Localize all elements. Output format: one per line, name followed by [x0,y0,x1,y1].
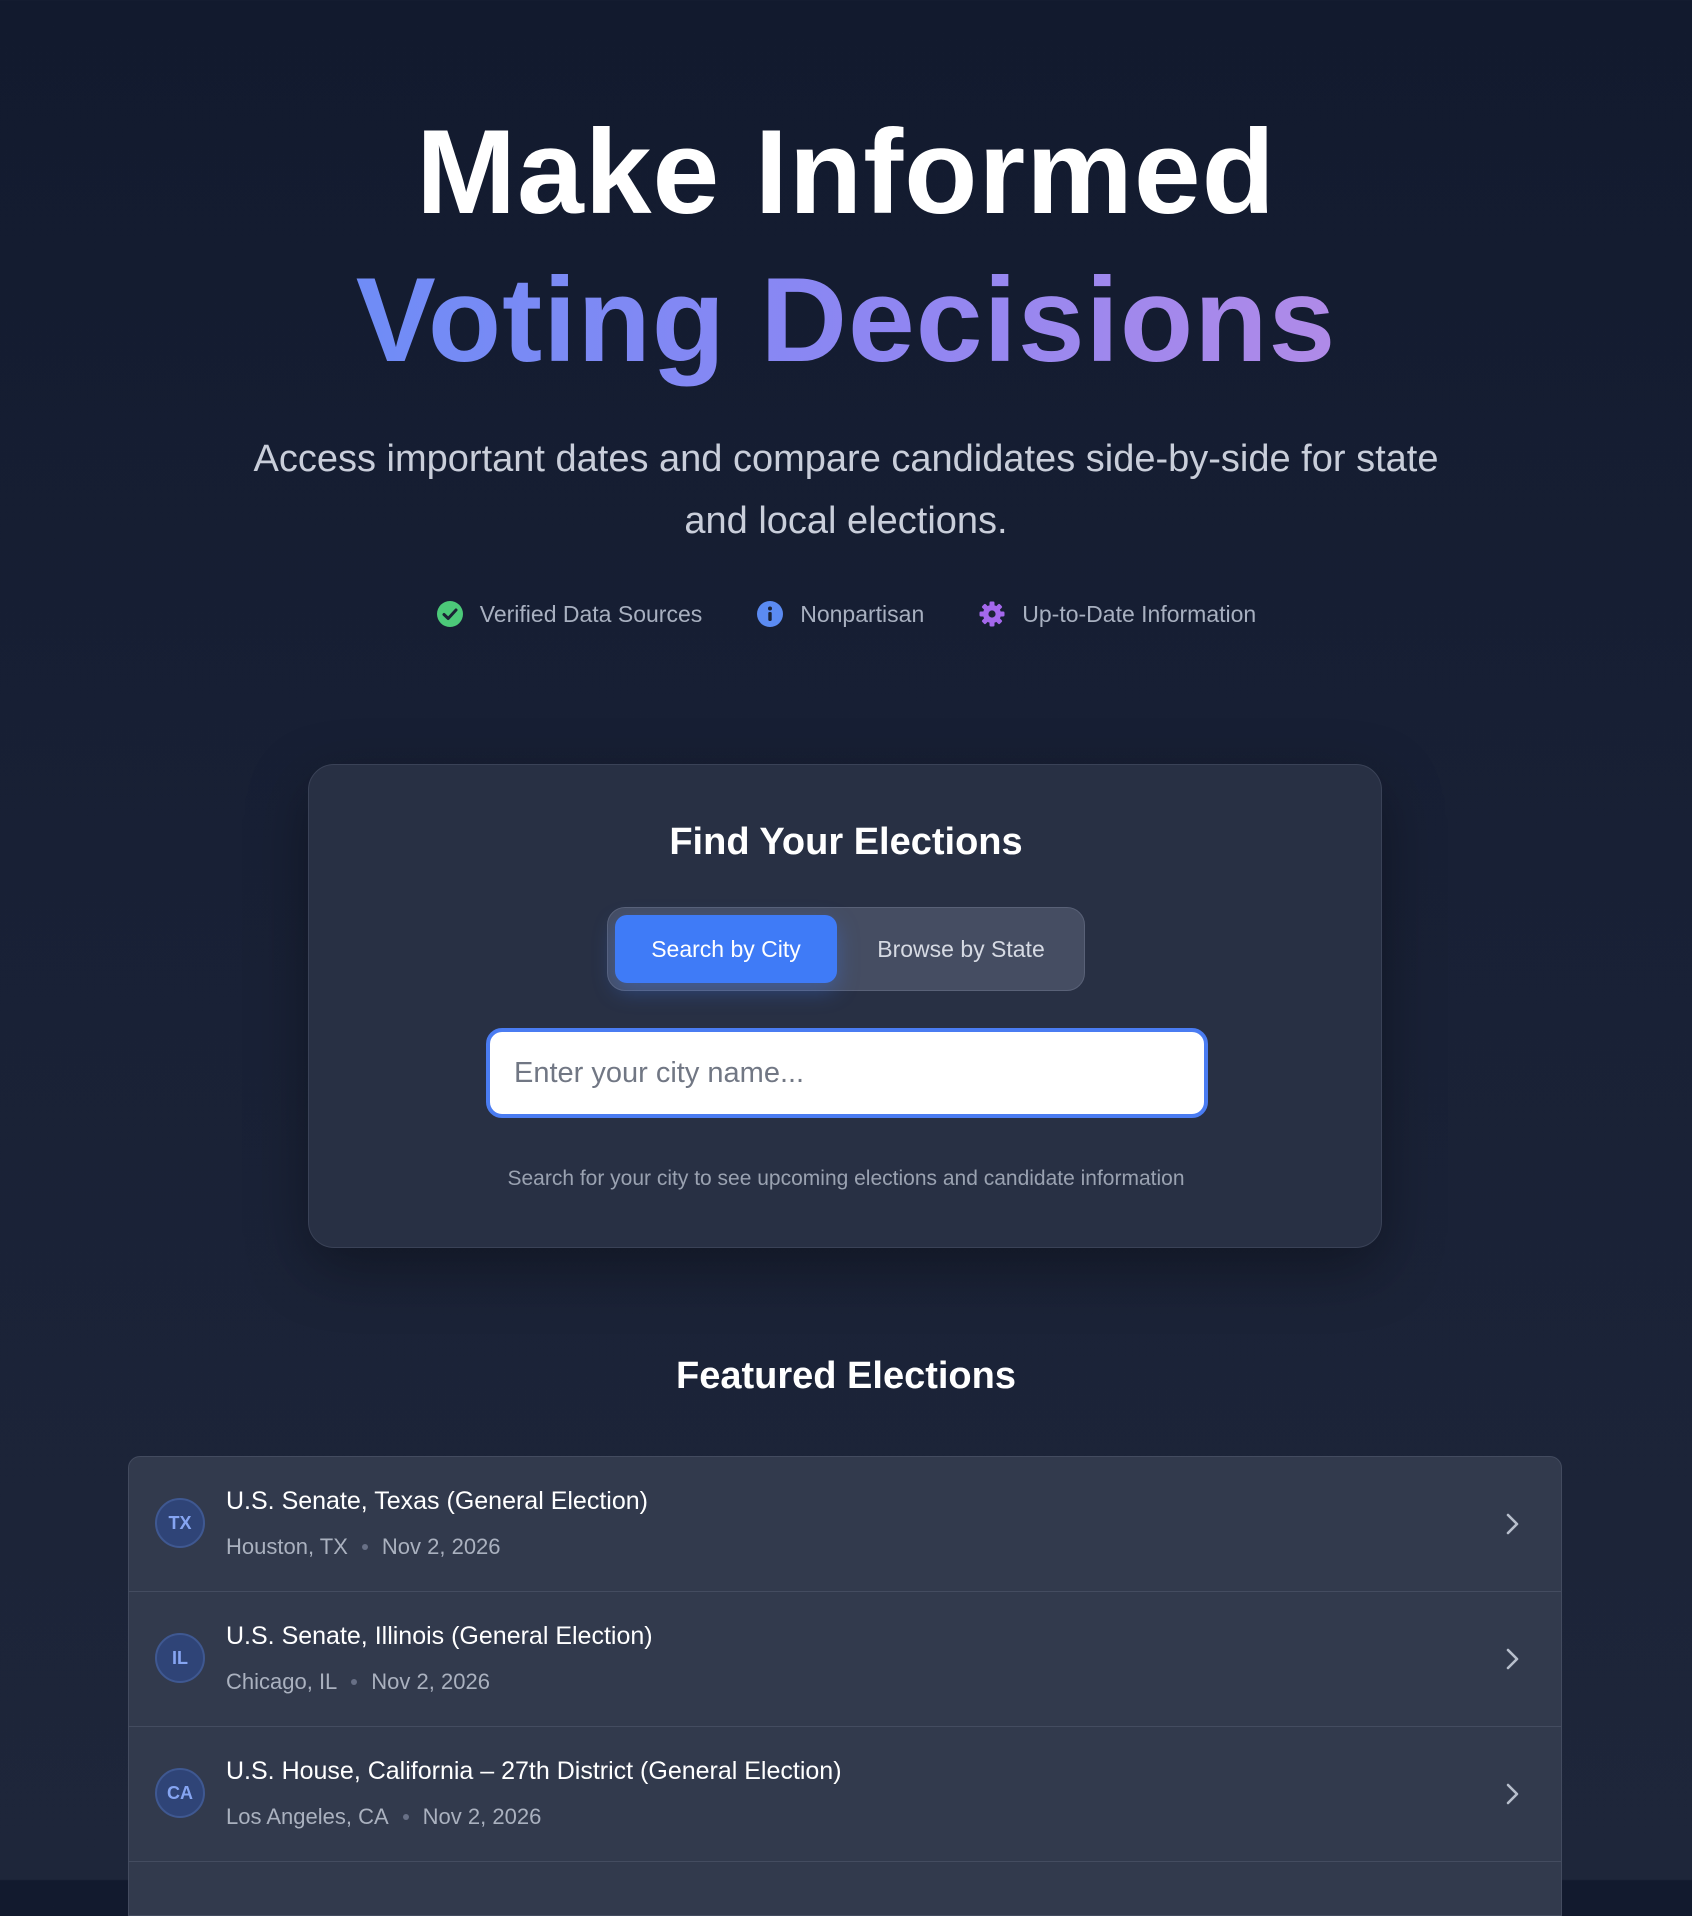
tab-search-by-city[interactable]: Search by City [615,915,837,983]
election-city: Los Angeles, CA [226,1804,389,1829]
election-meta: Los Angeles, CA Nov 2, 2026 [226,1804,541,1830]
hero-title-gradient-text: Voting Decisions [356,253,1337,401]
badge-label: Up-to-Date Information [1022,600,1257,627]
election-name: U.S. House, California – 27th District (… [226,1757,842,1785]
election-date: Nov 2, 2026 [371,1669,490,1694]
election-row-il[interactable]: IL U.S. Senate, Illinois (General Electi… [129,1592,1561,1727]
election-row-ca[interactable]: CA U.S. House, California – 27th Distric… [129,1727,1561,1862]
separator-dot [361,1544,368,1550]
chevron-right-icon [1506,1648,1519,1670]
badge-verified-data: Verified Data Sources [436,600,702,628]
chevron-right-icon [1506,1783,1519,1805]
hero-title-line1: Make Informed [416,105,1276,239]
separator-dot [402,1814,409,1820]
election-date: Nov 2, 2026 [422,1804,542,1829]
election-name: U.S. Senate, Illinois (General Election) [226,1622,653,1650]
hero-subtitle: Access important dates and compare candi… [253,438,1439,542]
election-date: Nov 2, 2026 [381,1534,501,1559]
election-city: Houston, TX [226,1534,348,1559]
state-badge: IL [155,1633,205,1683]
search-helper-text: Search for your city to see upcoming ele… [507,1167,1185,1190]
hero-title-line2: Voting Decisions [0,255,1692,385]
state-badge: TX [155,1498,205,1548]
info-circle-icon [756,600,784,628]
card-title: Find Your Elections [669,821,1023,863]
tab-browse-by-state[interactable]: Browse by State [844,915,1078,983]
separator-dot [351,1679,358,1685]
state-badge: CA [155,1768,205,1818]
gear-icon [978,600,1006,628]
featured-elections-list: TX U.S. Senate, Texas (General Election)… [128,1456,1562,1916]
find-elections-card: Find Your Elections Search by City Brows… [308,764,1382,1248]
trust-badges: Verified Data Sources Nonpartisan Up-to-… [0,600,1692,628]
badge-label: Verified Data Sources [479,600,703,627]
check-circle-icon [436,600,464,628]
election-meta: Chicago, IL Nov 2, 2026 [226,1669,490,1695]
badge-up-to-date: Up-to-Date Information [978,600,1256,628]
featured-elections-title: Featured Elections [676,1355,1016,1397]
chevron-right-icon [1506,1513,1519,1535]
badge-nonpartisan: Nonpartisan [756,600,924,628]
badge-label: Nonpartisan [800,600,925,627]
election-meta: Houston, TX Nov 2, 2026 [226,1534,501,1560]
election-city: Chicago, IL [226,1669,338,1694]
election-row-partial[interactable] [129,1862,1561,1915]
city-search-input[interactable] [486,1028,1208,1118]
election-name: U.S. Senate, Texas (General Election) [226,1487,648,1515]
election-row-tx[interactable]: TX U.S. Senate, Texas (General Election)… [129,1457,1561,1592]
search-mode-toggle: Search by City Browse by State [607,907,1085,991]
